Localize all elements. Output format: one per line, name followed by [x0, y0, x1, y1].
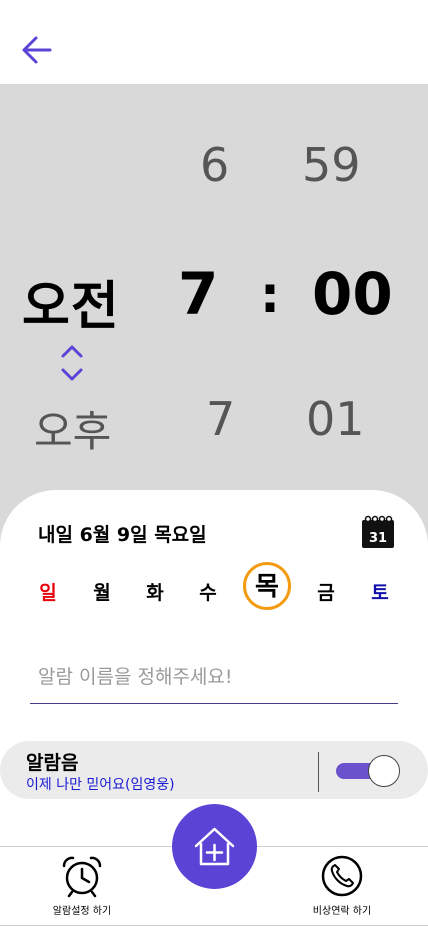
alarm-date: 내일 6월 9일 목요일 — [38, 524, 207, 546]
weekday-tue[interactable]: 화 — [135, 578, 175, 605]
alarm-sound-title: 알람음 — [26, 752, 79, 774]
weekday-mon[interactable]: 월 — [82, 578, 122, 605]
weekday-sat[interactable]: 토 — [360, 578, 400, 605]
nav-alarm-label: 알람설정 하기 — [52, 906, 112, 917]
nav-emergency-label: 비상연락 하기 — [312, 906, 372, 917]
minute-selected[interactable]: 00 — [312, 260, 393, 328]
chevron-up-down-icon[interactable] — [58, 342, 86, 384]
alarm-clock-icon — [62, 856, 102, 898]
hour-next[interactable]: 7 — [206, 392, 235, 446]
minute-next[interactable]: 01 — [306, 392, 365, 446]
toggle-knob — [368, 755, 400, 787]
calendar-icon[interactable]: 31 — [360, 514, 396, 550]
time-separator: : — [260, 266, 280, 324]
weekday-wed[interactable]: 수 — [188, 578, 228, 605]
weekday-fri[interactable]: 금 — [306, 578, 346, 605]
arrow-left-icon[interactable] — [20, 34, 54, 66]
divider — [318, 752, 319, 792]
ampm-next[interactable]: 오후 — [34, 398, 111, 459]
weekday-thu[interactable]: 목 — [247, 566, 287, 603]
header — [0, 0, 428, 84]
ampm-selected[interactable]: 오전 — [22, 264, 120, 339]
nav-alarm-settings[interactable]: 알람설정 하기 — [12, 846, 152, 926]
nav-emergency-contact[interactable]: 비상연락 하기 — [272, 846, 412, 926]
alarm-name-input[interactable] — [30, 650, 398, 704]
hour-selected[interactable]: 7 — [178, 260, 218, 328]
home-add-icon — [194, 827, 235, 866]
phone-icon — [321, 855, 363, 897]
weekday-sun[interactable]: 일 — [28, 578, 68, 605]
hour-prev[interactable]: 6 — [200, 138, 229, 192]
alarm-sound-toggle[interactable] — [334, 754, 402, 788]
home-button[interactable] — [172, 804, 257, 889]
minute-prev[interactable]: 59 — [302, 138, 361, 192]
calendar-number: 31 — [369, 531, 387, 546]
alarm-sound-name[interactable]: 이제 나만 믿어요(임영웅) — [26, 774, 175, 794]
